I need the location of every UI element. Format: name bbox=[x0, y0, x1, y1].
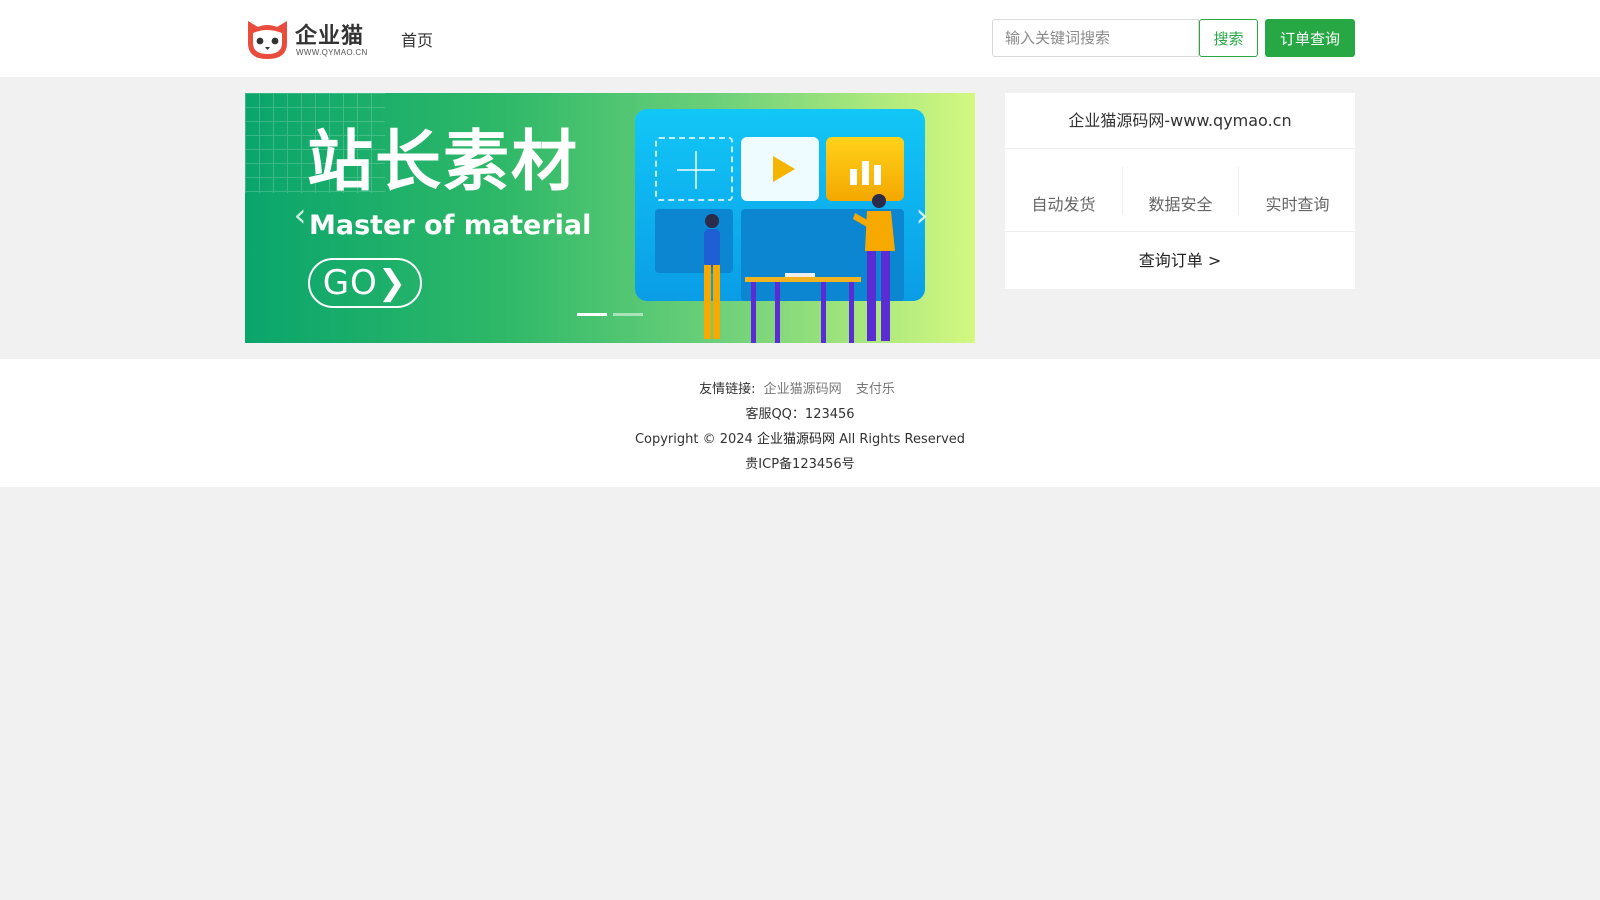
carousel-next-icon[interactable]: › bbox=[910, 197, 934, 233]
copyright-suffix: All Rights Reserved bbox=[839, 432, 966, 447]
logo-domain: WWW.QYMAO.CN bbox=[296, 48, 368, 57]
feature-data-security: 数据安全 bbox=[1122, 167, 1239, 215]
friend-link-qymao[interactable]: 企业猫源码网 bbox=[764, 382, 842, 397]
copyright-brand: 企业猫源码网 bbox=[756, 432, 835, 447]
feature-realtime-query: 实时查询 bbox=[1265, 195, 1330, 214]
icp-record: 贵ICP备123456号 bbox=[745, 457, 855, 472]
copyright-line: Copyright © 2024 企业猫源码网 All Rights Reser… bbox=[0, 428, 1600, 447]
site-logo[interactable]: 企业猫 WWW.QYMAO.CN bbox=[245, 17, 375, 61]
panel-title: 企业猫源码网-www.qymao.cn bbox=[1005, 93, 1355, 149]
carousel-indicators bbox=[577, 313, 647, 316]
order-query-button[interactable]: 订单查询 bbox=[1265, 19, 1355, 57]
banner-go-label: GO bbox=[322, 263, 378, 303]
search-button[interactable]: 搜索 bbox=[1199, 19, 1258, 57]
carousel-dot-2[interactable] bbox=[613, 313, 643, 316]
banner-go-badge[interactable]: GO❯ bbox=[308, 258, 422, 308]
copyright-prefix: Copyright © 2024 bbox=[634, 432, 753, 447]
feature-auto-delivery: 自动发货 bbox=[1031, 195, 1096, 214]
site-info-panel: 企业猫源码网-www.qymao.cn 自动发货 数据安全 实时查询 查询订单 … bbox=[1005, 93, 1355, 289]
banner-carousel[interactable]: 站长素材 Master of material GO❯ ‹ › bbox=[245, 93, 975, 343]
feature-list: 自动发货 数据安全 实时查询 bbox=[1005, 150, 1355, 232]
query-order-link[interactable]: 查询订单 > bbox=[1005, 232, 1355, 289]
support-qq: 客服QQ：123456 bbox=[745, 407, 855, 422]
banner-title: 站长素材 bbox=[307, 123, 579, 200]
logo-text: 企业猫 bbox=[295, 24, 365, 49]
woman-illustration-icon bbox=[704, 214, 720, 339]
man-illustration-icon bbox=[853, 194, 895, 341]
play-tile-icon bbox=[741, 137, 819, 201]
search-input[interactable] bbox=[992, 19, 1199, 57]
site-header: 企业猫 WWW.QYMAO.CN 首页 搜索 订单查询 bbox=[0, 0, 1600, 77]
friend-links-label: 友情链接: bbox=[699, 382, 756, 397]
add-tile-icon bbox=[655, 137, 733, 201]
cat-logo-icon bbox=[248, 21, 287, 59]
site-footer: 友情链接: 企业猫源码网 支付乐 客服QQ：123456 Copyright ©… bbox=[0, 359, 1600, 487]
friend-link-zhifule[interactable]: 支付乐 bbox=[856, 382, 895, 397]
nav-home-link[interactable]: 首页 bbox=[401, 27, 433, 51]
carousel-dot-1[interactable] bbox=[577, 313, 607, 316]
carousel-prev-icon[interactable]: ‹ bbox=[288, 197, 312, 233]
banner-subtitle: Master of material bbox=[309, 210, 592, 241]
friend-links-row: 友情链接: 企业猫源码网 支付乐 bbox=[0, 378, 1600, 397]
desk-illustration-icon bbox=[745, 273, 861, 343]
